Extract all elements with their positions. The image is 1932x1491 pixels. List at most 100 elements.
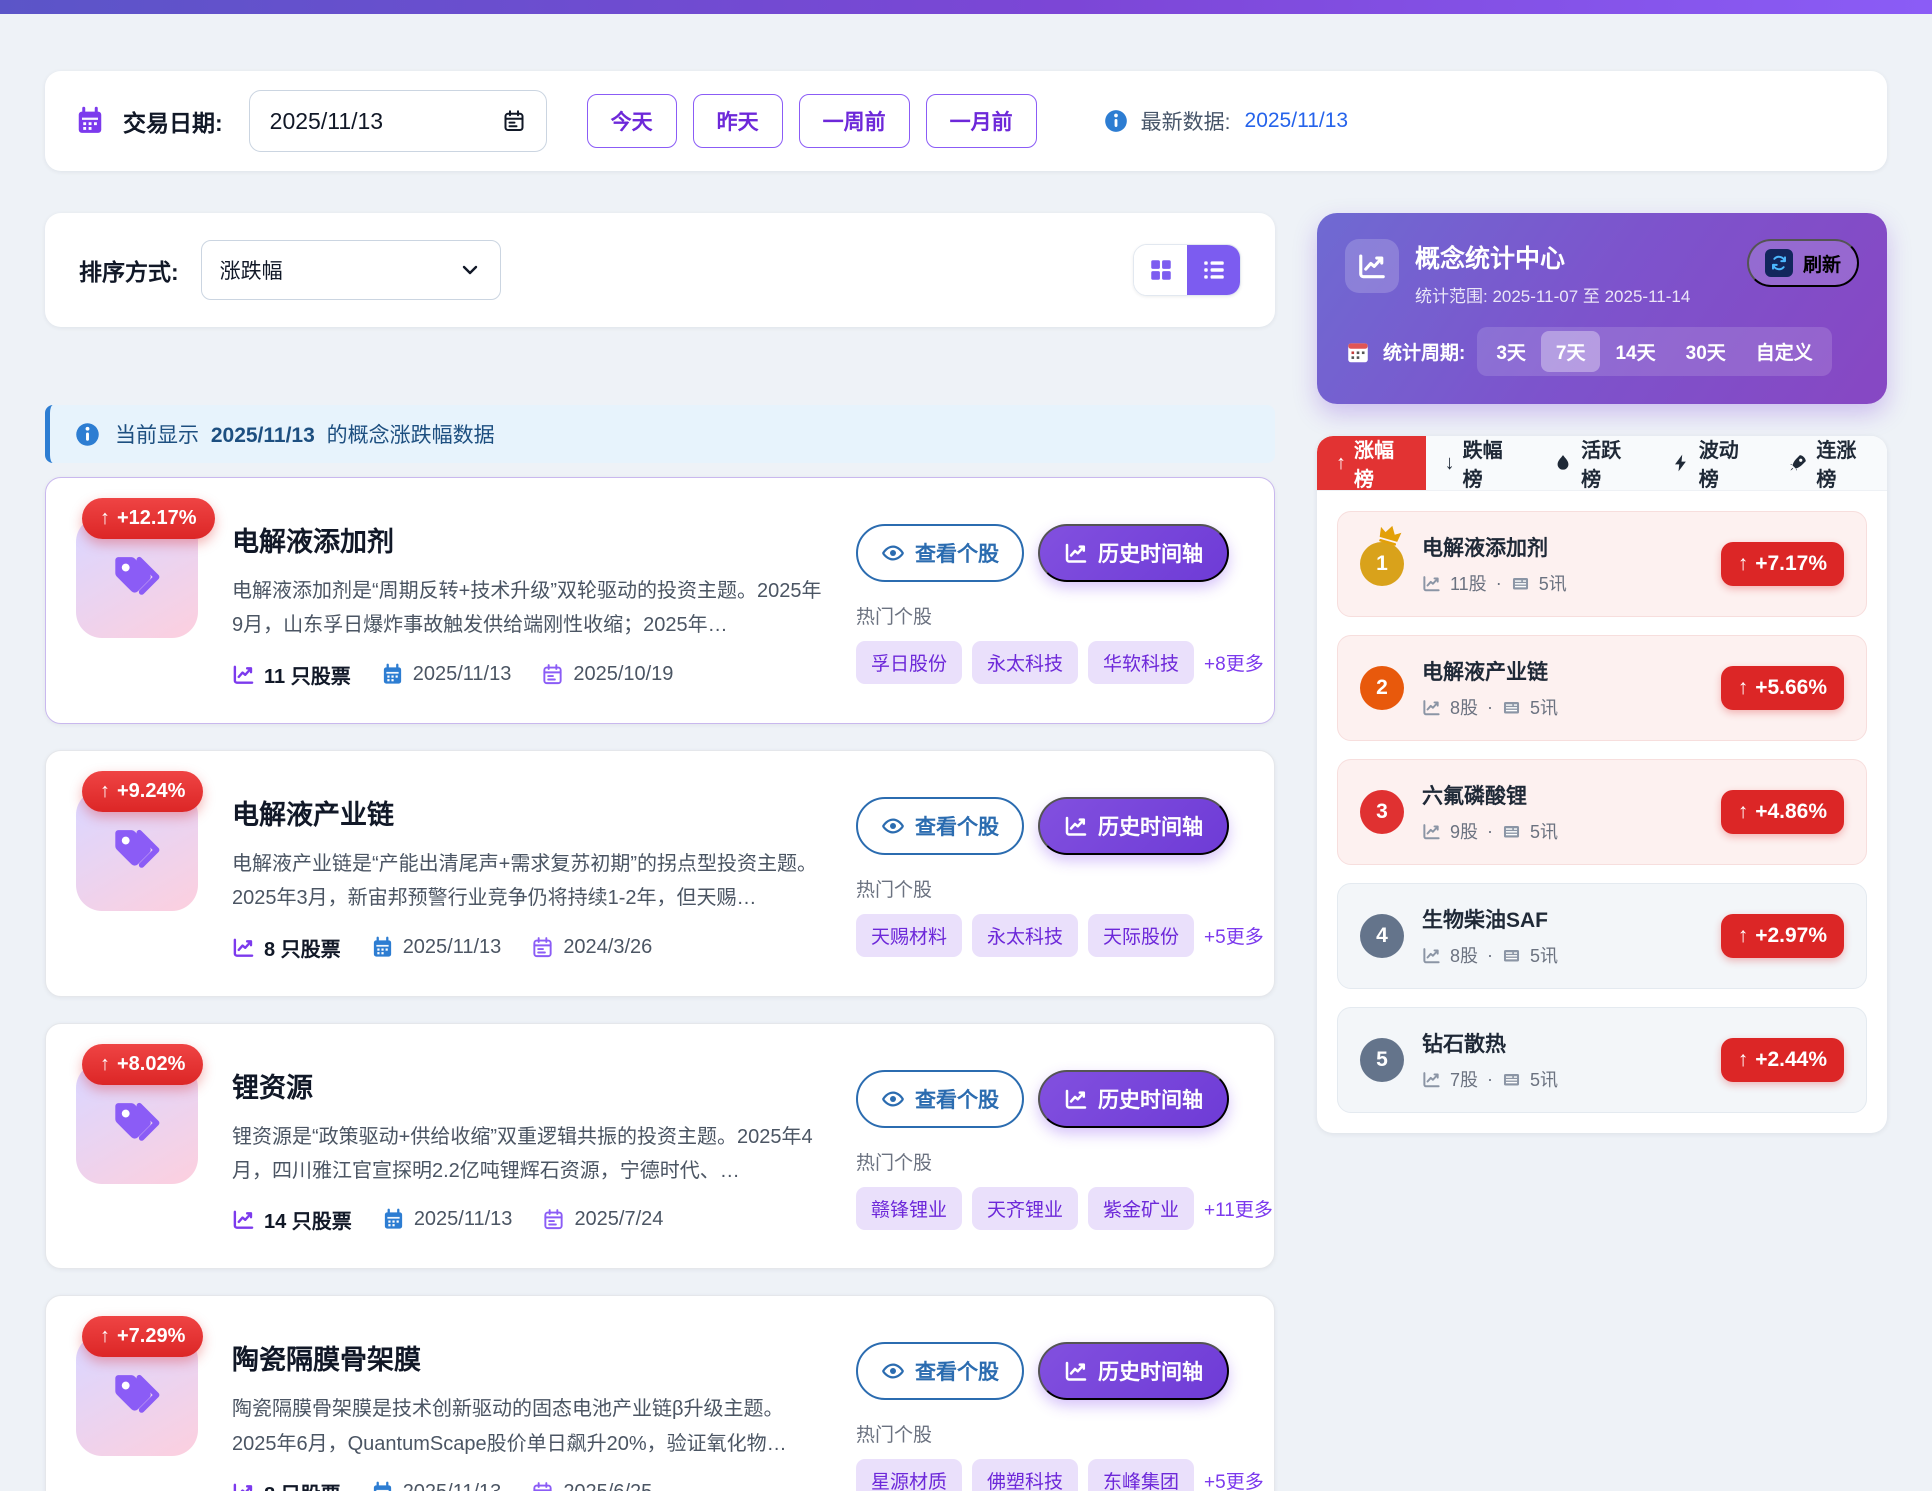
date-picker-icon[interactable]: [502, 109, 526, 133]
rank-name: 生物柴油SAF: [1422, 904, 1558, 934]
refresh-button[interactable]: 刷新: [1747, 239, 1859, 287]
today-button[interactable]: 今天: [587, 94, 677, 148]
rank-number: 5: [1360, 1038, 1404, 1082]
eye-icon: [881, 1359, 905, 1383]
stock-chip[interactable]: 天齐锂业: [972, 1187, 1078, 1230]
down-arrow-icon: ↓: [1445, 452, 1455, 475]
droplet-icon: [1553, 453, 1573, 473]
stock-chip[interactable]: 永太科技: [972, 641, 1078, 684]
tab-streak[interactable]: 连涨榜: [1769, 436, 1887, 490]
refresh-icon: [1765, 249, 1793, 277]
more-stocks-link[interactable]: +5更多: [1204, 1467, 1264, 1491]
top-accent-bar: [0, 0, 1932, 14]
concept-description: 锂资源是“政策驱动+供给收缩”双重逻辑共振的投资主题。2025年4月，四川雅江官…: [232, 1120, 822, 1189]
concept-card: ↑ +7.29% 陶瓷隔膜骨架膜 陶瓷隔膜骨架膜是技术创新驱动的固态电池产业链β…: [45, 1295, 1275, 1491]
date-toolbar: 交易日期: 2025/11/13 今天 昨天 一周前 一月前 最新数据: 202…: [45, 71, 1887, 171]
rank-item[interactable]: 1 电解液添加剂 11股· 5讯 ↑ +7.17%: [1337, 511, 1867, 617]
banner-text: 当前显示 2025/11/13 的概念涨跌幅数据: [115, 419, 495, 449]
list-view-button[interactable]: [1187, 245, 1240, 295]
period-7d-button[interactable]: 7天: [1541, 331, 1601, 372]
stock-chip[interactable]: 东峰集团: [1088, 1459, 1194, 1491]
stock-chip[interactable]: 紫金矿业: [1088, 1187, 1194, 1230]
rank-item[interactable]: 4 生物柴油SAF 8股· 5讯 ↑ +2.97%: [1337, 883, 1867, 989]
stock-chip[interactable]: 赣锋锂业: [856, 1187, 962, 1230]
stock-chip[interactable]: 星源材质: [856, 1459, 962, 1491]
up-arrow-icon: ↑: [1336, 452, 1346, 475]
rank-change-badge: ↑ +4.86%: [1721, 790, 1844, 834]
view-stocks-button[interactable]: 查看个股: [856, 524, 1024, 582]
calendar-icon: [371, 936, 394, 959]
stock-count: 14 只股票: [232, 1205, 352, 1234]
update-date: 2025/11/13: [371, 1481, 502, 1491]
change-badge: ↑ +12.17%: [82, 498, 215, 539]
calendar-outline-icon: [542, 1208, 565, 1231]
stats-range: 统计范围: 2025-11-07 至 2025-11-14: [1415, 282, 1690, 307]
period-3d-button[interactable]: 3天: [1481, 331, 1541, 372]
rank-change-badge: ↑ +7.17%: [1721, 542, 1844, 586]
stock-count: 8 只股票: [232, 933, 341, 962]
news-icon: [1502, 946, 1521, 965]
rank-number: 2: [1360, 666, 1404, 710]
tab-gainers[interactable]: ↑ 涨幅榜: [1317, 436, 1426, 490]
concept-description: 电解液产业链是“产能出清尾声+需求复苏初期”的拐点型投资主题。2025年3月，新…: [232, 847, 822, 916]
stock-chip[interactable]: 永太科技: [972, 914, 1078, 957]
rank-name: 钻石散热: [1422, 1028, 1558, 1058]
period-14d-button[interactable]: 14天: [1600, 331, 1670, 372]
hot-stocks-label: 热门个股: [856, 1420, 1244, 1447]
chart-icon: [1064, 541, 1088, 565]
period-custom-button[interactable]: 自定义: [1741, 331, 1828, 372]
ranking-list: 1 电解液添加剂 11股· 5讯 ↑ +7.17%: [1317, 491, 1887, 1133]
period-segment: 3天 7天 14天 30天 自定义: [1477, 327, 1831, 376]
rank-item[interactable]: 5 钻石散热 7股· 5讯 ↑ +2.44%: [1337, 1007, 1867, 1113]
stock-chip[interactable]: 华软科技: [1088, 641, 1194, 684]
view-stocks-button[interactable]: 查看个股: [856, 1342, 1024, 1400]
history-timeline-button[interactable]: 历史时间轴: [1038, 797, 1229, 855]
sort-toolbar: 排序方式: 涨跌幅: [45, 213, 1275, 327]
rank-change-badge: ↑ +5.66%: [1721, 666, 1844, 710]
week-ago-button[interactable]: 一周前: [799, 94, 910, 148]
more-stocks-link[interactable]: +5更多: [1204, 922, 1264, 949]
concept-card: ↑ +12.17% 电解液添加剂 电解液添加剂是“周期反转+技术升级”双轮驱动的…: [45, 477, 1275, 724]
stats-icon-tile: [1345, 239, 1399, 293]
sort-select[interactable]: 涨跌幅: [201, 240, 501, 300]
banner-date: 2025/11/13: [211, 424, 315, 447]
history-timeline-button[interactable]: 历史时间轴: [1038, 1342, 1229, 1400]
rank-item[interactable]: 3 六氟磷酸锂 9股· 5讯 ↑ +4.86%: [1337, 759, 1867, 865]
yesterday-button[interactable]: 昨天: [693, 94, 783, 148]
concept-stats-panel: 概念统计中心 统计范围: 2025-11-07 至 2025-11-14 刷新 …: [1317, 213, 1887, 404]
up-arrow-icon: ↑: [100, 1325, 110, 1348]
tab-active[interactable]: 活跃榜: [1534, 436, 1652, 490]
grid-view-button[interactable]: [1134, 245, 1187, 295]
chart-icon: [1422, 1070, 1441, 1089]
trade-date-value: 2025/11/13: [270, 108, 383, 135]
grid-icon: [1148, 257, 1174, 283]
tab-volatility[interactable]: 波动榜: [1652, 436, 1770, 490]
up-arrow-icon: ↑: [100, 507, 110, 530]
eye-icon: [881, 541, 905, 565]
stock-chip[interactable]: 天赐材料: [856, 914, 962, 957]
rank-name: 六氟磷酸锂: [1422, 780, 1558, 810]
sort-label: 排序方式:: [79, 253, 179, 287]
month-ago-button[interactable]: 一月前: [926, 94, 1037, 148]
up-arrow-icon: ↑: [1738, 924, 1749, 948]
trade-date-input[interactable]: 2025/11/13: [249, 90, 547, 152]
history-timeline-button[interactable]: 历史时间轴: [1038, 1070, 1229, 1128]
change-badge: ↑ +9.24%: [82, 771, 203, 812]
ranking-panel: ↑ 涨幅榜 ↓ 跌幅榜 活跃榜 波动榜 连涨榜: [1317, 436, 1887, 1133]
stock-chip[interactable]: 天际股份: [1088, 914, 1194, 957]
chart-icon: [1422, 574, 1441, 593]
more-stocks-link[interactable]: +11更多: [1204, 1195, 1273, 1222]
period-30d-button[interactable]: 30天: [1671, 331, 1741, 372]
stock-chip[interactable]: 孚日股份: [856, 641, 962, 684]
stock-chip[interactable]: 佛塑科技: [972, 1459, 1078, 1491]
rocket-icon: [1788, 453, 1808, 473]
tab-losers[interactable]: ↓ 跌幅榜: [1426, 436, 1535, 490]
rank-item[interactable]: 2 电解液产业链 8股· 5讯 ↑ +5.66%: [1337, 635, 1867, 741]
up-arrow-icon: ↑: [100, 780, 110, 803]
chart-icon: [1357, 251, 1387, 281]
more-stocks-link[interactable]: +8更多: [1204, 649, 1264, 676]
view-stocks-button[interactable]: 查看个股: [856, 1070, 1024, 1128]
history-timeline-button[interactable]: 历史时间轴: [1038, 524, 1229, 582]
view-stocks-button[interactable]: 查看个股: [856, 797, 1024, 855]
up-arrow-icon: ↑: [1738, 552, 1749, 576]
